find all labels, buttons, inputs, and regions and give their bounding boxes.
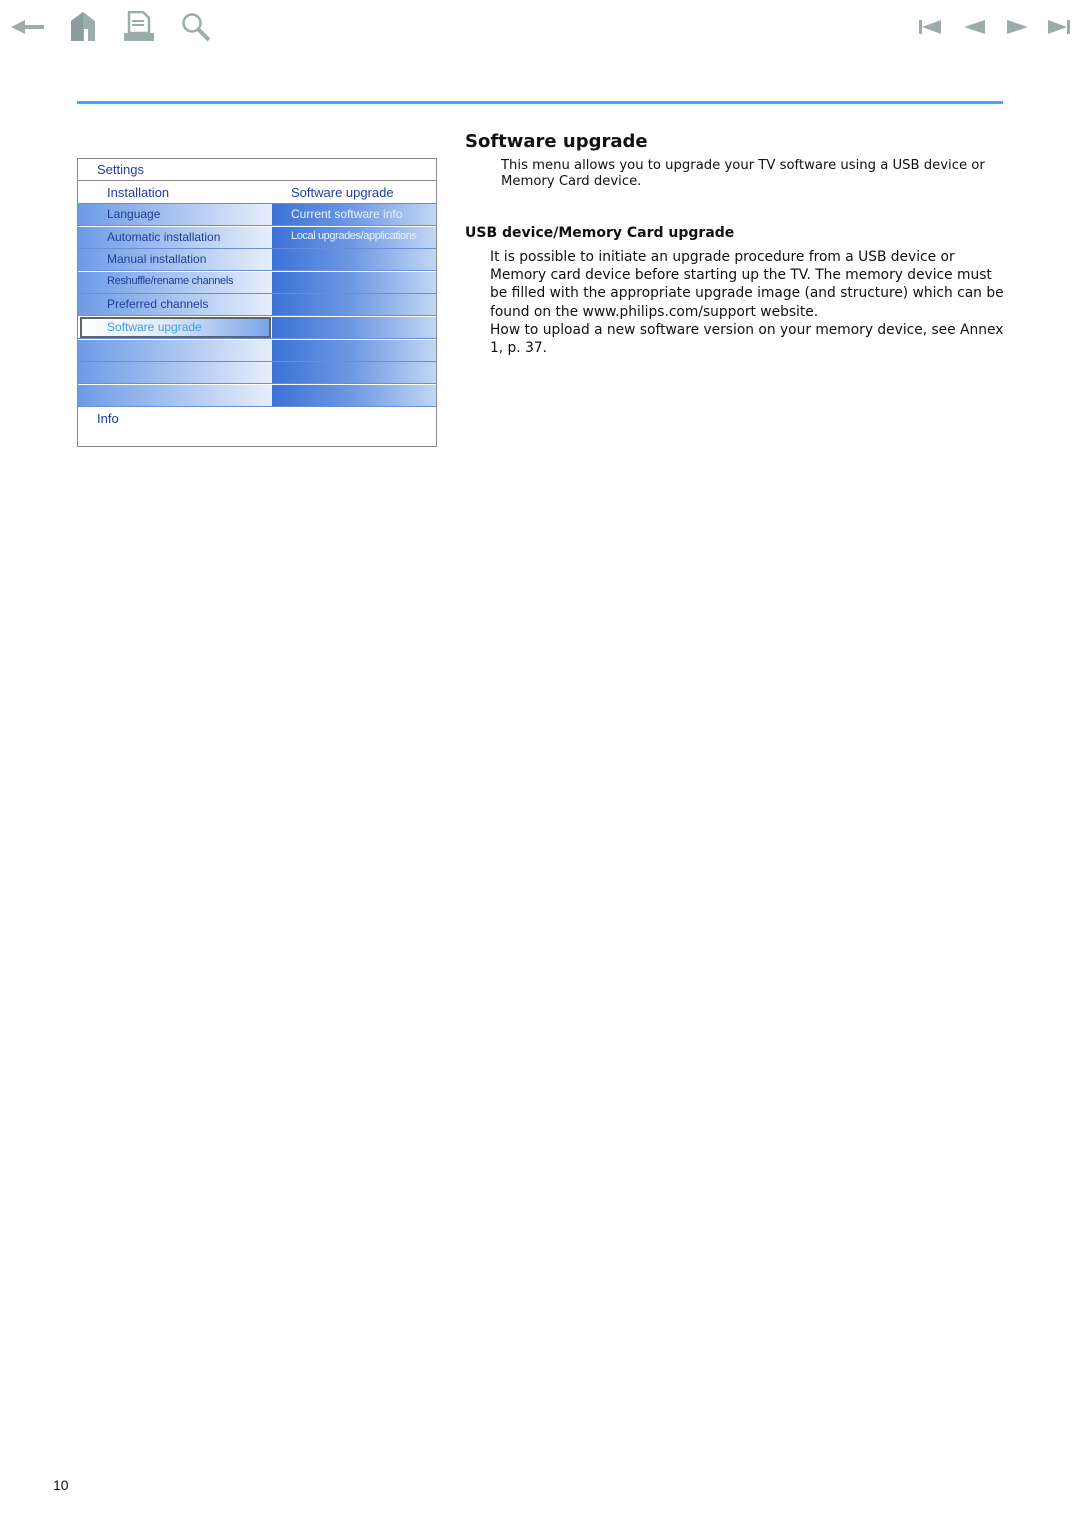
menu-row: Manual installation [78, 249, 436, 272]
menu-item-label: Language [107, 207, 161, 221]
menu-right-cell [272, 362, 436, 384]
menu-divider [78, 180, 436, 181]
menu-item-label: Reshuffle/rename channels [107, 274, 234, 287]
menu-header-software-upgrade: Software upgrade [291, 185, 394, 200]
last-page-icon[interactable] [1046, 10, 1072, 44]
menu-row: Language Current software info [78, 204, 436, 226]
section-title: USB device/Memory Card upgrade [465, 225, 735, 241]
first-page-icon[interactable] [918, 10, 944, 44]
menu-right-cell [272, 384, 436, 406]
menu-title: Settings [97, 162, 144, 177]
menu-row [78, 362, 436, 385]
menu-left-cell [78, 362, 272, 384]
page-number: 10 [53, 1477, 69, 1493]
paragraph: It is possible to initiate an upgrade pr… [490, 249, 1004, 320]
back-arrow-icon[interactable] [10, 10, 46, 44]
submenu-item-label: Local upgrades/applications [291, 229, 417, 242]
menu-right-cell [272, 249, 436, 271]
menu-row-divider [78, 405, 436, 407]
menu-item-label: Manual installation [107, 252, 207, 267]
menu-item-label: Preferred channels [107, 297, 209, 312]
page-title: Software upgrade [465, 131, 648, 152]
menu-row: Software upgrade [78, 317, 436, 339]
menu-left-cell [78, 384, 272, 406]
menu-right-cell [272, 271, 436, 293]
search-icon[interactable] [180, 10, 212, 44]
menu-row: Reshuffle/rename channels [78, 271, 436, 294]
menu-info-label: Info [97, 411, 119, 426]
menu-item-label: Automatic installation [107, 229, 221, 244]
menu-row: Preferred channels [78, 294, 436, 317]
section-body: It is possible to initiate an upgrade pr… [490, 248, 1010, 357]
next-page-icon[interactable] [1004, 10, 1030, 44]
menu-row [78, 384, 436, 407]
menu-row [78, 339, 436, 362]
home-icon[interactable] [68, 10, 98, 44]
menu-left-cell [78, 339, 272, 361]
paragraph: How to upload a new software version on … [490, 321, 1004, 357]
menu-header-installation: Installation [107, 185, 170, 200]
menu-item-label: Software upgrade [107, 320, 202, 334]
tv-settings-menu: Settings Installation Software upgrade L… [77, 158, 437, 447]
print-icon[interactable] [122, 10, 156, 44]
menu-rows: Language Current software info Automatic i… [78, 204, 436, 407]
menu-right-cell [272, 317, 436, 338]
previous-page-icon[interactable] [962, 10, 988, 44]
header-divider [77, 101, 1003, 104]
intro-text: This menu allows you to upgrade your TV … [501, 158, 985, 189]
menu-right-cell [272, 294, 436, 316]
submenu-item-label: Current software info [291, 207, 403, 221]
menu-row: Automatic installation Local upgrades/app… [78, 226, 436, 249]
menu-right-cell [272, 339, 436, 361]
